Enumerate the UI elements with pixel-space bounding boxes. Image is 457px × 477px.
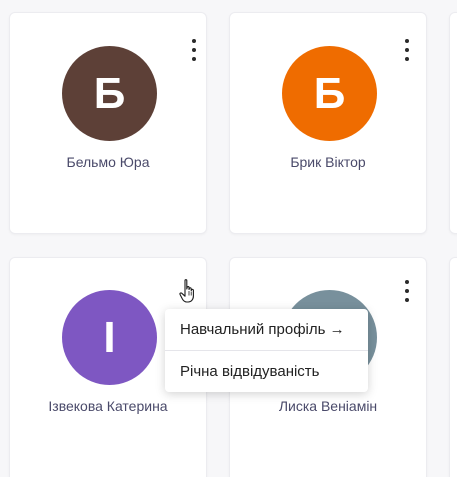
student-card-partial: [449, 12, 457, 234]
student-name[interactable]: Брик Віктор: [230, 154, 426, 170]
more-vert-icon[interactable]: [401, 280, 413, 302]
context-menu: Навчальний профіль → Річна відвідуваніст…: [165, 309, 368, 392]
avatar-initial: Б: [93, 68, 126, 118]
more-vert-icon[interactable]: [401, 39, 413, 61]
hand-pointer-icon: [179, 279, 194, 303]
student-name[interactable]: Бельмо Юра: [10, 154, 206, 170]
more-vert-icon[interactable]: [188, 39, 200, 61]
student-name[interactable]: Лиска Веніамін: [230, 398, 426, 414]
avatar: Б: [62, 46, 157, 141]
avatar-initial: Б: [313, 68, 346, 118]
student-card[interactable]: Б Бельмо Юра: [9, 12, 207, 234]
menu-item-learning-profile[interactable]: Навчальний профіль →: [165, 309, 368, 350]
avatar-initial: І: [103, 312, 116, 362]
avatar: Б: [282, 46, 377, 141]
student-card-partial: [449, 257, 457, 477]
menu-item-annual-attendance[interactable]: Річна відвідуваність: [165, 351, 368, 392]
student-name[interactable]: Ізвекова Катерина: [10, 398, 206, 414]
student-card[interactable]: Б Брик Віктор: [229, 12, 427, 234]
student-grid: Б Бельмо Юра Б Брик Віктор І Ізвекова Ка…: [0, 0, 457, 477]
avatar: І: [62, 290, 157, 385]
